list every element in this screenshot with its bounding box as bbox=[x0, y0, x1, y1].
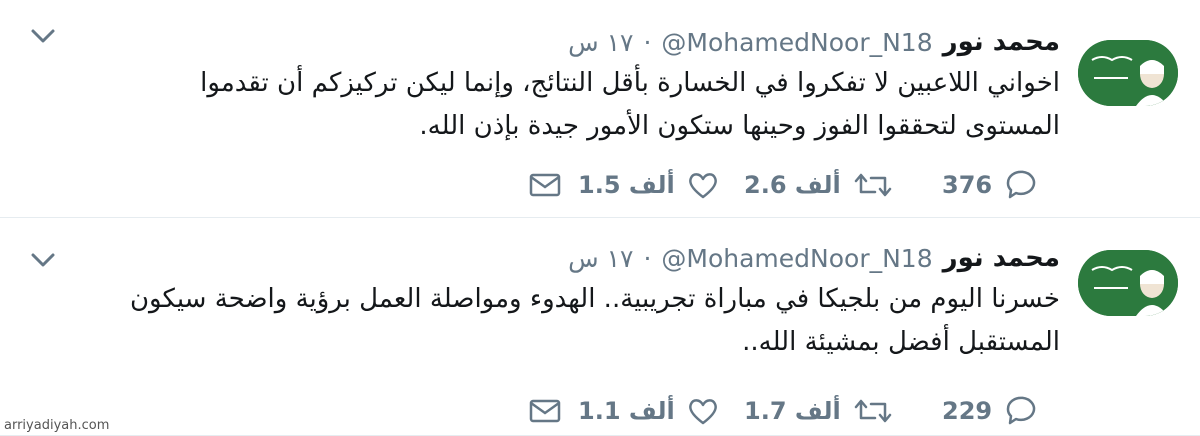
tweet[interactable]: محمد نور @MohamedNoor_N18 · ١٧ س خسرنا ا… bbox=[0, 218, 1200, 436]
display-name[interactable]: محمد نور bbox=[943, 27, 1060, 57]
tweet-timestamp[interactable]: ١٧ س bbox=[568, 28, 633, 57]
user-handle[interactable]: @MohamedNoor_N18 bbox=[661, 244, 932, 273]
user-handle[interactable]: @MohamedNoor_N18 bbox=[661, 28, 932, 57]
retweet-button[interactable]: 2.6 ألف bbox=[744, 160, 893, 210]
like-button[interactable]: 1.1 ألف bbox=[578, 386, 719, 436]
tweet-timestamp[interactable]: ١٧ س bbox=[568, 244, 633, 273]
tweet-text-line: المستوى لتحققوا الفوز وحينها ستكون الأمو… bbox=[419, 111, 1060, 141]
reply-count: 376 bbox=[942, 171, 993, 199]
heart-icon bbox=[688, 399, 717, 425]
reply-icon bbox=[1006, 170, 1036, 199]
display-name[interactable]: محمد نور bbox=[943, 243, 1060, 273]
tweet-text: اخواني اللاعبين لا تفكروا في الخسارة بأق… bbox=[10, 62, 1060, 148]
tweet-text-line: خسرنا اليوم من بلجيكا في مباراة تجريبية.… bbox=[129, 284, 1060, 314]
retweet-count: 2.6 ألف bbox=[744, 171, 841, 199]
like-count: 1.5 ألف bbox=[578, 171, 675, 199]
separator-dot: · bbox=[643, 27, 652, 57]
reply-button[interactable]: 229 bbox=[942, 386, 1038, 436]
avatar[interactable] bbox=[1078, 250, 1178, 316]
tweet[interactable]: محمد نور @MohamedNoor_N18 · ١٧ س اخواني … bbox=[0, 0, 1200, 218]
heart-icon bbox=[688, 173, 717, 199]
tweet-actions: 229 1.7 ألف 1.1 ألف bbox=[0, 386, 1200, 436]
like-button[interactable]: 1.5 ألف bbox=[578, 160, 719, 210]
reply-count: 229 bbox=[942, 397, 993, 425]
watermark: arriyadiyah.com bbox=[4, 418, 110, 433]
reply-button[interactable]: 376 bbox=[942, 160, 1038, 210]
like-count: 1.1 ألف bbox=[578, 397, 675, 425]
direct-message-button[interactable] bbox=[528, 386, 562, 436]
tweet-text-line: المستقبل أفضل بمشيئة الله.. bbox=[742, 327, 1060, 357]
direct-message-button[interactable] bbox=[528, 160, 562, 210]
chevron-down-icon[interactable] bbox=[28, 248, 58, 272]
tweet-header: محمد نور @MohamedNoor_N18 · ١٧ س bbox=[568, 238, 1060, 278]
retweet-count: 1.7 ألف bbox=[744, 397, 841, 425]
timeline: محمد نور @MohamedNoor_N18 · ١٧ س اخواني … bbox=[0, 0, 1200, 436]
retweet-icon bbox=[854, 399, 891, 423]
envelope-icon bbox=[529, 399, 561, 423]
separator-dot: · bbox=[643, 243, 652, 273]
envelope-icon bbox=[529, 173, 561, 197]
reply-icon bbox=[1006, 396, 1036, 425]
chevron-down-icon[interactable] bbox=[28, 24, 58, 48]
retweet-icon bbox=[854, 173, 891, 197]
tweet-text: خسرنا اليوم من بلجيكا في مباراة تجريبية.… bbox=[10, 278, 1060, 364]
tweet-actions: 376 2.6 ألف 1.5 ألف bbox=[0, 160, 1200, 210]
avatar[interactable] bbox=[1078, 40, 1178, 106]
retweet-button[interactable]: 1.7 ألف bbox=[744, 386, 893, 436]
tweet-header: محمد نور @MohamedNoor_N18 · ١٧ س bbox=[568, 22, 1060, 62]
tweet-text-line: اخواني اللاعبين لا تفكروا في الخسارة بأق… bbox=[200, 68, 1060, 98]
